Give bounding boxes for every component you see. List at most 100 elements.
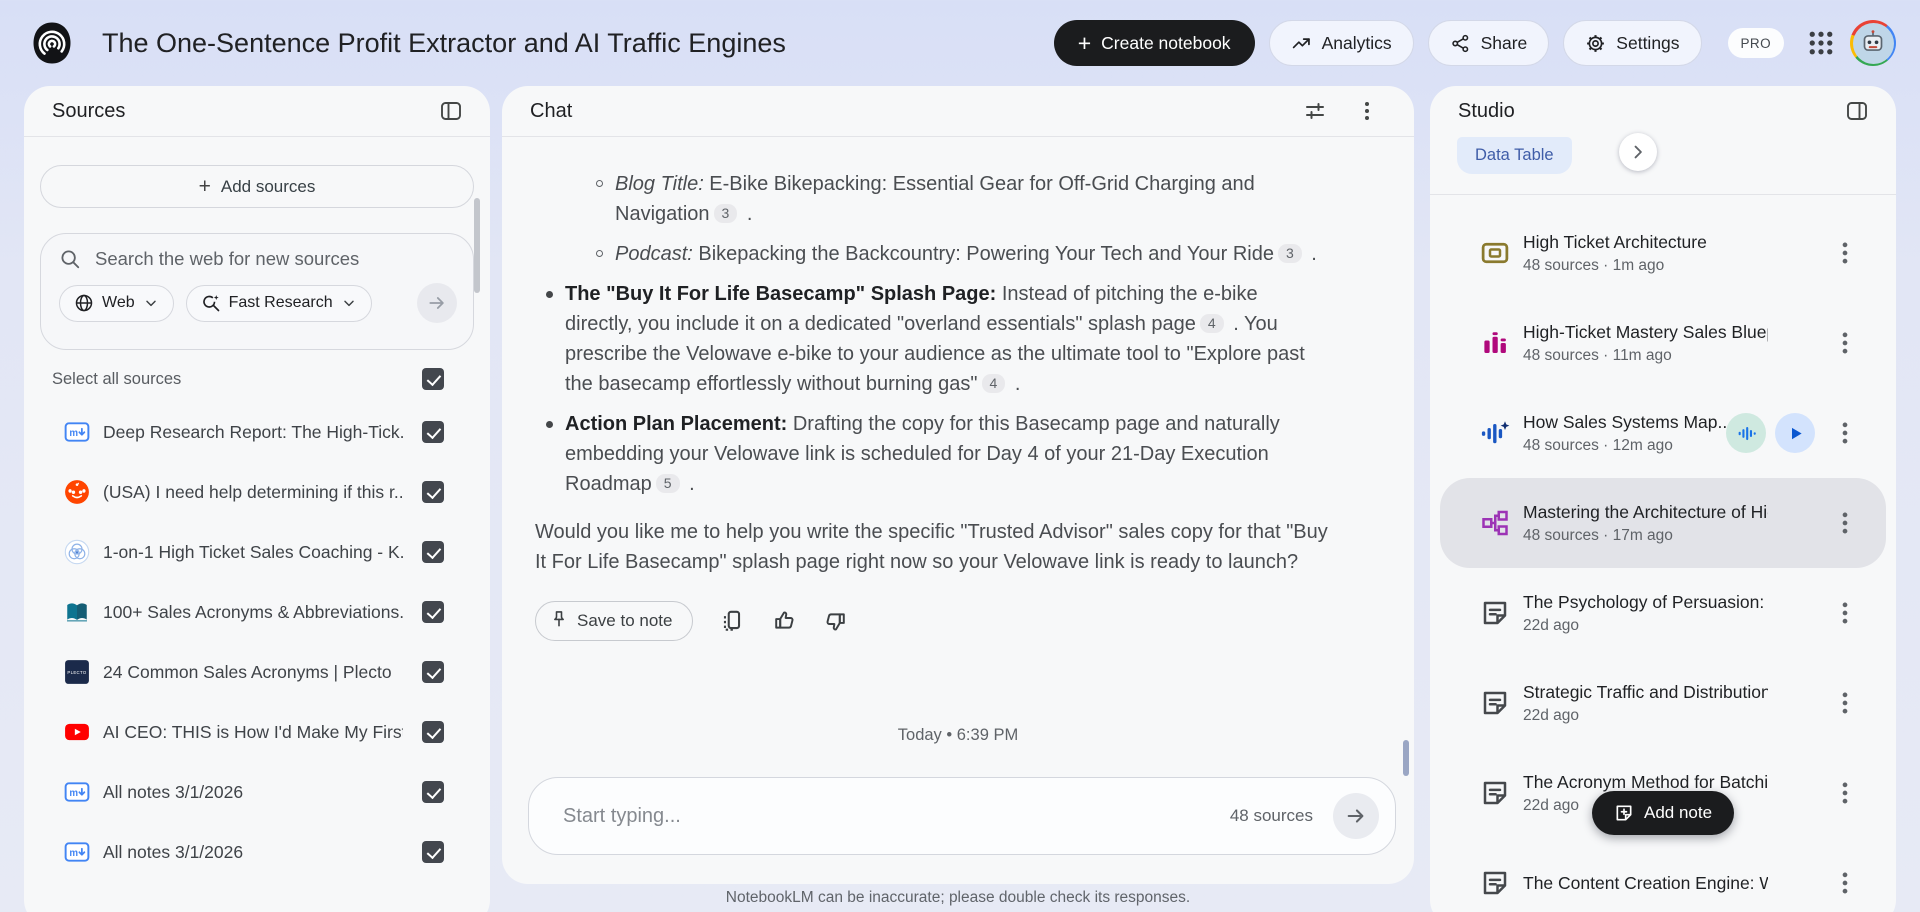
share-button[interactable]: Share	[1427, 20, 1550, 66]
notebooklm-logo-icon[interactable]	[30, 21, 74, 65]
studio-row[interactable]: Strategic Traffic and Distribution... 22d…	[1440, 658, 1886, 748]
search-filters: Web Fast Research	[59, 283, 457, 323]
select-all-checkbox[interactable]	[422, 368, 444, 390]
citation-chip[interactable]: 5	[655, 474, 680, 493]
add-sources-button[interactable]: + Add sources	[40, 165, 474, 208]
venn-web-icon	[64, 539, 90, 565]
source-count: 48 sources	[1229, 806, 1313, 825]
item-menu-button[interactable]	[1830, 778, 1860, 808]
analytics-button[interactable]: Analytics	[1268, 20, 1414, 66]
chat-menu-button[interactable]	[1352, 96, 1382, 126]
source-row[interactable]: m Deep Research Report: The High-Tick...	[24, 402, 490, 462]
italic-text: Podcast:	[615, 243, 693, 265]
source-row[interactable]: m All notes 3/1/2026	[24, 822, 490, 882]
source-row[interactable]: PLECTO 24 Common Sales Acronyms | Plecto	[24, 642, 490, 702]
studio-item-title: The Acronym Method for Batching...	[1523, 771, 1768, 792]
item-menu-button[interactable]	[1830, 238, 1860, 268]
share-icon	[1451, 34, 1468, 52]
web-filter-chip[interactable]: Web	[59, 284, 174, 322]
source-checkbox[interactable]	[422, 661, 444, 683]
note-icon	[1480, 868, 1510, 898]
search-input[interactable]	[95, 248, 457, 270]
markdown-doc-icon: m	[64, 779, 90, 805]
disclaimer-text: NotebookLM can be inaccurate; please dou…	[725, 889, 1191, 906]
studio-item-meta: 48 sources · 17m ago	[1523, 526, 1673, 544]
source-row[interactable]: m All notes 3/1/2026	[24, 762, 490, 822]
item-menu-button[interactable]	[1830, 868, 1860, 898]
source-row[interactable]: (USA) I need help determining if this r.…	[24, 462, 490, 522]
source-checkbox[interactable]	[422, 481, 444, 503]
studio-row[interactable]: High-Ticket Mastery Sales Blueprint 48 so…	[1440, 298, 1886, 388]
studio-row[interactable]: The Content Creation Engine: Wee...	[1440, 838, 1886, 912]
search-submit-button[interactable]	[417, 283, 457, 323]
studio-row[interactable]: How Sales Systems Map... 48 sources · 12m…	[1440, 388, 1886, 478]
chat-bullet-block: The "Buy It For Life Basecamp" Splash Pa…	[535, 279, 1330, 399]
bullet-marker	[546, 291, 553, 298]
sources-panel-header: Sources	[24, 86, 490, 136]
save-to-note-button[interactable]: Save to note	[535, 601, 694, 641]
studio-item-title: Strategic Traffic and Distribution...	[1523, 681, 1768, 702]
citation-chip[interactable]: 4	[981, 374, 1006, 393]
item-menu-button[interactable]	[1830, 418, 1860, 448]
sources-panel-title: Sources	[52, 99, 126, 122]
tune-icon	[1306, 103, 1324, 119]
copy-icon[interactable]	[719, 608, 745, 634]
send-button[interactable]	[1333, 793, 1379, 839]
source-title: All notes 3/1/2026	[103, 841, 244, 862]
source-checkbox[interactable]	[422, 421, 444, 443]
source-title: (USA) I need help determining if this r.…	[103, 481, 403, 502]
italic-text: Blog Title:	[615, 173, 704, 195]
user-avatar[interactable]	[1850, 20, 1896, 66]
audio-waveform-button[interactable]	[1726, 413, 1766, 453]
source-checkbox[interactable]	[422, 541, 444, 563]
thumbs-down-icon[interactable]	[823, 608, 849, 634]
chevron-down-icon	[145, 300, 156, 307]
notebook-title[interactable]: The One-Sentence Profit Extractor and AI…	[102, 28, 786, 59]
add-note-button[interactable]: Add note	[1592, 791, 1735, 835]
sources-scrollbar[interactable]	[474, 198, 480, 293]
collapse-sources-button[interactable]	[436, 96, 466, 126]
item-menu-button[interactable]	[1830, 508, 1860, 538]
citation-chip[interactable]: 3	[1277, 244, 1302, 263]
studio-item-text: How Sales Systems Map... 48 sources · 12m…	[1523, 412, 1726, 455]
source-checkbox[interactable]	[422, 721, 444, 743]
fast-research-label: Fast Research	[228, 294, 333, 311]
source-checkbox[interactable]	[422, 841, 444, 863]
studio-item-actions	[1824, 238, 1860, 268]
source-row[interactable]: 100+ Sales Acronyms & Abbreviations...	[24, 582, 490, 642]
studio-item-text: Strategic Traffic and Distribution... 22d…	[1523, 682, 1768, 725]
chip-scroll-button[interactable]	[1619, 133, 1657, 171]
apps-grid-icon	[1809, 31, 1833, 55]
item-menu-button[interactable]	[1830, 688, 1860, 718]
source-row[interactable]: 1-on-1 High Ticket Sales Coaching - K...	[24, 522, 490, 582]
notebooklm-app: The One-Sentence Profit Extractor and AI…	[0, 0, 1920, 912]
studio-row[interactable]: Mastering the Architecture of High... 48 …	[1440, 478, 1886, 568]
bold-text: The "Buy It For Life Basecamp" Splash Pa…	[565, 283, 997, 305]
data-table-chip[interactable]: Data Table	[1457, 137, 1572, 174]
web-filter-label: Web	[102, 294, 135, 311]
settings-button[interactable]: Settings	[1563, 20, 1702, 66]
item-menu-button[interactable]	[1830, 598, 1860, 628]
share-label: Share	[1480, 32, 1528, 53]
thumbs-up-icon[interactable]	[771, 608, 797, 634]
play-button[interactable]	[1775, 413, 1815, 453]
item-menu-button[interactable]	[1830, 328, 1860, 358]
citation-chip[interactable]: 3	[713, 204, 738, 223]
source-row[interactable]: AI CEO: THIS is How I'd Make My First ..…	[24, 702, 490, 762]
note-icon	[1480, 598, 1510, 628]
studio-item-meta: 22d ago	[1523, 706, 1580, 724]
chat-settings-button[interactable]	[1300, 96, 1330, 126]
studio-row[interactable]: High Ticket Architecture 48 sources · 1m …	[1440, 208, 1886, 298]
source-checkbox[interactable]	[422, 601, 444, 623]
source-checkbox[interactable]	[422, 781, 444, 803]
chat-scrollbar[interactable]	[1403, 740, 1409, 776]
apps-grid-button[interactable]	[1806, 28, 1836, 58]
studio-item-text: The Psychology of Persuasion: Hig... 22d …	[1523, 592, 1768, 635]
chat-input[interactable]	[563, 804, 1230, 828]
citation-chip[interactable]: 4	[1199, 314, 1224, 333]
fast-research-chip[interactable]: Fast Research	[185, 284, 372, 322]
studio-row[interactable]: The Psychology of Persuasion: Hig... 22d …	[1440, 568, 1886, 658]
kebab-menu-icon	[1365, 102, 1369, 120]
source-title: AI CEO: THIS is How I'd Make My First ..…	[103, 721, 403, 742]
create-notebook-button[interactable]: + Create notebook	[1053, 20, 1255, 66]
